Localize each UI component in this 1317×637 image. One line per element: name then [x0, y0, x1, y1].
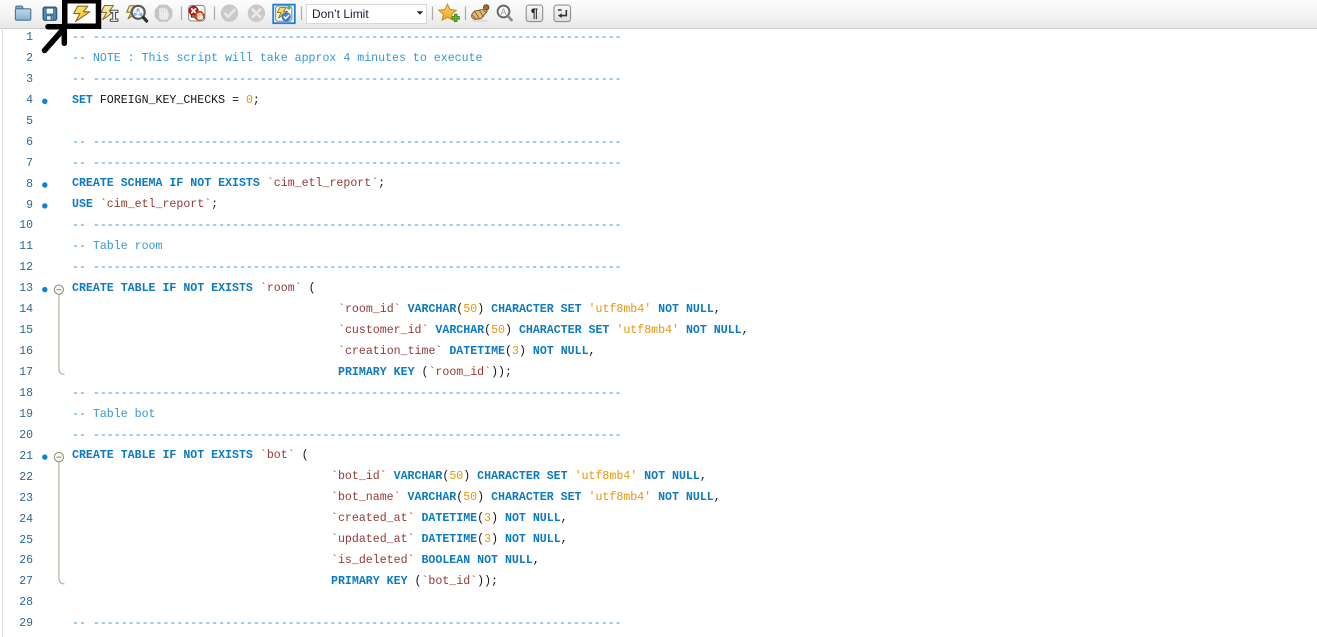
svg-text:A: A	[500, 7, 506, 17]
svg-text:¶: ¶	[531, 6, 538, 21]
